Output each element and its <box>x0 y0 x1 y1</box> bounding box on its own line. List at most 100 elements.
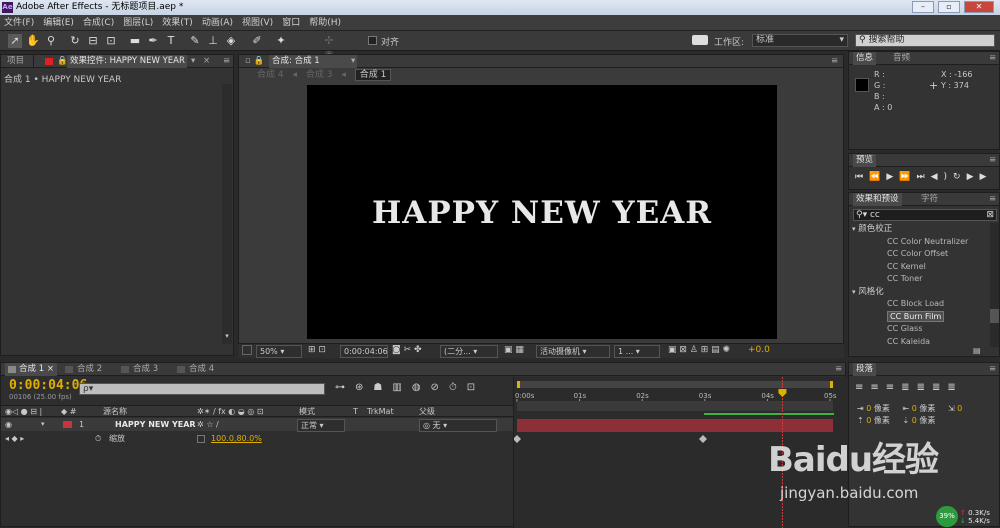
camera-select[interactable]: 活动摄像机 ▾ <box>536 345 610 358</box>
zoom-tool-icon[interactable]: ⚲ <box>44 34 58 48</box>
effect-item[interactable]: CC Kaleida <box>849 336 989 349</box>
scale-value[interactable]: 100.0,80.0% <box>211 433 262 445</box>
play-icon[interactable]: ▶ <box>886 172 899 182</box>
panel-menu-icon[interactable]: ≡ <box>989 154 996 167</box>
lock-icon[interactable] <box>45 58 53 65</box>
minimize-button[interactable]: – <box>912 1 934 13</box>
align-center-icon[interactable]: ≡ <box>870 382 885 393</box>
keyframe-nav-icon[interactable]: ◂ ◆ ▸ <box>5 433 24 445</box>
layer-row[interactable]: ◉ ▾ 1 HAPPY NEW YEAR ✲ ☆ / 正常 ▾ ◎ 无 ▾ <box>1 418 513 432</box>
panel-menu-icon[interactable]: ≡ <box>831 55 838 68</box>
indent-right-value[interactable]: 0 <box>912 404 917 413</box>
indent-first-value[interactable]: 0 <box>957 404 962 413</box>
work-area-bar[interactable] <box>517 381 833 388</box>
effect-item-selected[interactable]: CC Burn Film <box>849 310 989 324</box>
label-color-swatch[interactable] <box>63 421 72 428</box>
timeline-timecode[interactable]: 0:00:04:06 <box>9 378 87 393</box>
snapshot-icon[interactable]: ◙ ✂ ✤ <box>392 344 422 357</box>
graph-editor-icon[interactable]: ⊘ <box>431 382 449 393</box>
zoom-select[interactable]: 50% ▾ <box>256 345 302 358</box>
effect-item[interactable]: CC Glass <box>849 323 989 336</box>
text-tool-icon[interactable]: T <box>164 34 178 48</box>
camera-tool-icon[interactable]: ⊟ <box>86 34 100 48</box>
safe-margins-icon[interactable]: ⊞ ⊡ <box>308 344 326 357</box>
new-folder-icon[interactable]: ▤ <box>973 346 981 355</box>
tab-paragraph[interactable]: 段落 <box>853 363 877 376</box>
pickwhip-icon[interactable]: ◎ <box>423 421 430 430</box>
scroll-down-icon[interactable]: ▾ <box>222 332 232 340</box>
stopwatch-icon[interactable]: ⏱ <box>449 382 467 393</box>
effects-group-stylize[interactable]: ▾ 风格化 <box>849 286 989 299</box>
effects-group-color-correction[interactable]: ▾ 颜色校正 <box>849 223 989 236</box>
effect-item[interactable]: CC Block Load <box>849 298 989 311</box>
menu-effect[interactable]: 效果(T) <box>162 18 193 28</box>
comp-mini-flowchart-icon[interactable]: ⊶ <box>335 382 355 393</box>
eraser-tool-icon[interactable]: ◈ <box>224 34 238 48</box>
effects-scrollbar[interactable] <box>990 223 999 347</box>
roto-brush-tool-icon[interactable]: ✐ <box>250 34 264 48</box>
tab-audio[interactable]: 音频 <box>893 52 910 65</box>
prev-frame-icon[interactable]: ⏪ <box>869 172 886 182</box>
menu-layer[interactable]: 图层(L) <box>123 18 153 28</box>
menu-file[interactable]: 文件(F) <box>4 18 34 28</box>
always-preview-icon[interactable] <box>242 345 252 355</box>
tab-comp-4[interactable]: 合成 4 <box>177 363 214 376</box>
effect-item[interactable]: CC Toner <box>849 273 989 286</box>
menu-help[interactable]: 帮助(H) <box>309 18 341 28</box>
comp-text-layer[interactable]: HAPPY NEW YEAR <box>307 195 777 231</box>
puppet-tool-icon[interactable]: ✦ <box>274 34 288 48</box>
sub-tab-comp-4[interactable]: 合成 4 <box>257 70 284 80</box>
render-toggle-icon[interactable]: ▣ ⊠ ♙ ⊞ ▤ ✺ <box>668 344 730 357</box>
space-after-value[interactable]: 0 <box>912 416 917 425</box>
menu-window[interactable]: 窗口 <box>282 18 300 28</box>
pen-tool-icon[interactable]: ✒ <box>146 34 160 48</box>
col-trkmat[interactable]: TrkMat <box>367 406 394 417</box>
parent-select[interactable]: ◎ 无 ▾ <box>419 419 497 432</box>
menu-animation[interactable]: 动画(A) <box>202 18 233 28</box>
selection-tool-icon[interactable]: ➚ <box>8 34 22 48</box>
tab-character[interactable]: 字符 <box>921 193 938 206</box>
tab-project[interactable]: 项目 <box>7 55 24 68</box>
first-frame-icon[interactable]: ⏮ <box>855 172 869 182</box>
col-source-name[interactable]: 源名称 <box>103 406 127 417</box>
sub-tab-comp-3[interactable]: 合成 3 <box>306 70 333 80</box>
resolution-select[interactable]: (二分... ▾ <box>440 345 498 358</box>
help-search-input[interactable]: ⚲ 搜索帮助 <box>855 34 995 47</box>
justify-right-icon[interactable]: ≣ <box>932 382 947 393</box>
panel-menu-icon[interactable]: ≡ <box>223 55 230 68</box>
menu-composition[interactable]: 合成(C) <box>83 18 114 28</box>
work-area-end-handle[interactable] <box>830 381 833 388</box>
views-select[interactable]: 1 ... ▾ <box>614 345 660 358</box>
close-tab-icon[interactable]: × <box>203 55 210 68</box>
brainstorm-icon[interactable]: ⊡ <box>467 382 485 393</box>
maximize-button[interactable]: ▫ <box>938 1 960 13</box>
keyframe-end[interactable] <box>699 435 707 443</box>
rectangle-tool-icon[interactable]: ▬ <box>128 34 142 48</box>
motion-blur-icon[interactable]: ◍ <box>412 382 431 393</box>
expand-toggle-icon[interactable]: ▾ <box>41 418 45 431</box>
effects-search-input[interactable]: ⚲▾ cc ⊠ <box>853 209 997 221</box>
blend-mode-select[interactable]: 正常 ▾ <box>297 419 345 432</box>
col-mode[interactable]: 模式 <box>299 406 315 417</box>
brush-tool-icon[interactable]: ✎ <box>188 34 202 48</box>
space-before-value[interactable]: 0 <box>866 416 871 425</box>
align-right-icon[interactable]: ≡ <box>886 382 901 393</box>
audio-icon[interactable]: ◀) <box>931 172 953 182</box>
comp-timecode[interactable]: 0:00:04:06 <box>340 345 388 358</box>
hand-tool-icon[interactable]: ✋ <box>26 34 40 48</box>
current-time-indicator-head[interactable] <box>778 389 787 397</box>
clear-search-icon[interactable]: ⊠ <box>986 210 994 220</box>
close-button[interactable]: ✕ <box>964 1 994 13</box>
eye-icon[interactable]: ◉ <box>5 418 12 431</box>
lock-icon[interactable]: ▫ 🔒 <box>245 55 264 68</box>
rotate-tool-icon[interactable]: ↻ <box>68 34 82 48</box>
sub-tab-comp-1[interactable]: 合成 1 <box>354 69 392 81</box>
frame-blending-icon[interactable]: ▥ <box>392 382 411 393</box>
panel-menu-icon[interactable]: ≡ <box>989 193 996 206</box>
folder-toggle-icon[interactable]: ▾ <box>852 288 856 296</box>
effect-item[interactable]: CC Color Offset <box>849 248 989 261</box>
snap-checkbox[interactable] <box>368 36 377 45</box>
clone-tool-icon[interactable]: ⊥ <box>206 34 220 48</box>
justify-all-icon[interactable]: ≣ <box>947 382 962 393</box>
next-frame-icon[interactable]: ⏩ <box>899 172 916 182</box>
